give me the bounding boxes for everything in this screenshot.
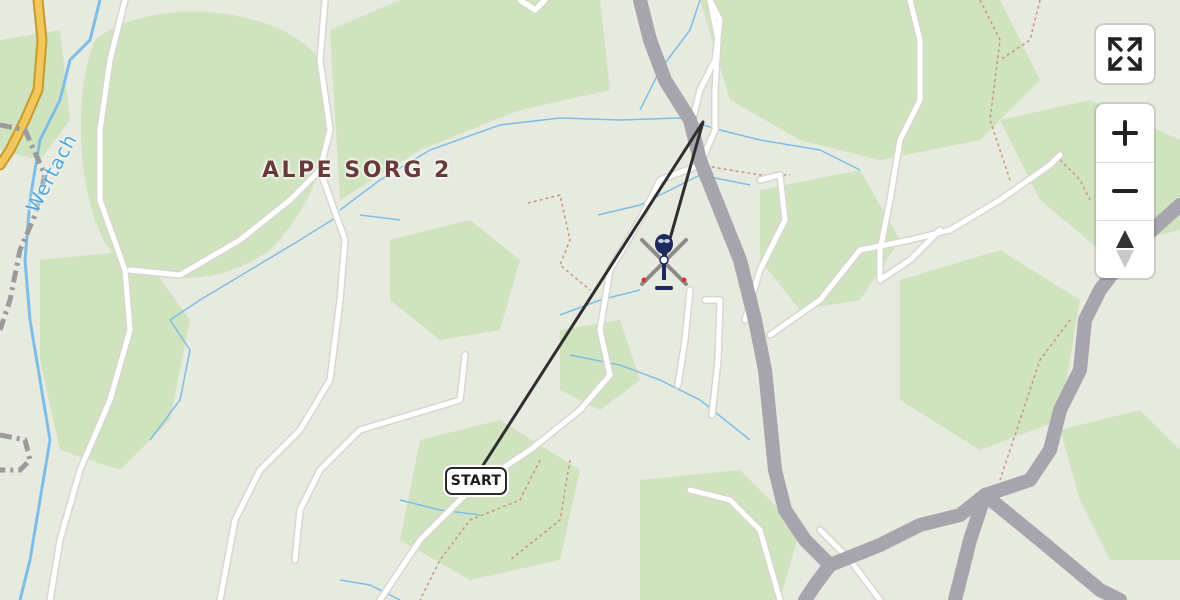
zoom-out-button[interactable] xyxy=(1096,162,1154,221)
place-label: ALPE SORG 2 xyxy=(262,158,452,183)
compass-north-icon xyxy=(1116,230,1134,268)
fullscreen-icon xyxy=(1108,37,1142,71)
zoom-in-button[interactable] xyxy=(1096,104,1154,163)
zoom-controls xyxy=(1096,104,1154,278)
plus-icon xyxy=(1112,120,1138,146)
map-view[interactable]: ALPE SORG 2 Wertach START xyxy=(0,0,1180,600)
map-canvas xyxy=(0,0,1180,600)
compass-button[interactable] xyxy=(1096,220,1154,278)
start-label: START xyxy=(450,473,502,489)
flight-track xyxy=(478,120,705,472)
fullscreen-button[interactable] xyxy=(1096,25,1154,83)
minus-icon xyxy=(1112,189,1138,193)
start-marker: START xyxy=(445,467,507,495)
helicopter-icon[interactable] xyxy=(640,234,688,290)
